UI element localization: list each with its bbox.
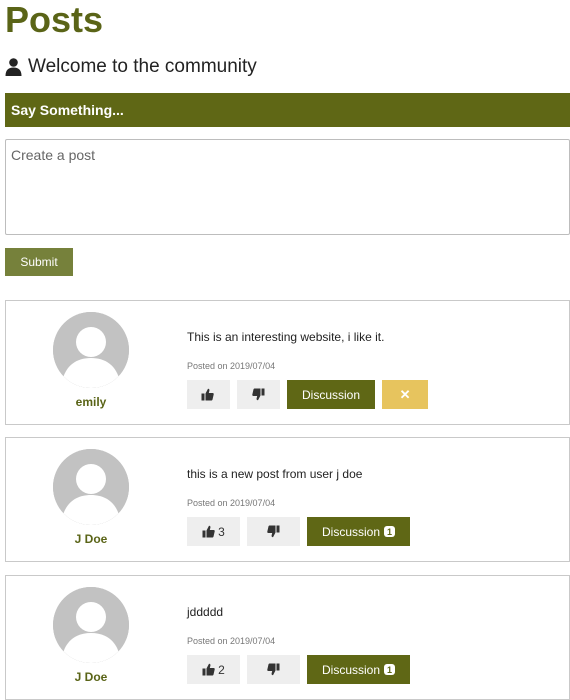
create-post-input[interactable] xyxy=(5,139,570,235)
post-author[interactable]: J Doe xyxy=(26,670,156,684)
close-icon: ✕ xyxy=(399,386,411,402)
discussion-button[interactable]: Discussion 1 xyxy=(307,517,411,546)
post-author[interactable]: emily xyxy=(26,395,156,409)
discussion-button[interactable]: Discussion xyxy=(287,380,376,409)
discussion-label: Discussion xyxy=(302,387,361,402)
post-text: jddddd xyxy=(187,605,224,619)
thumbs-down-icon xyxy=(267,663,280,676)
page-title: Posts xyxy=(5,0,104,40)
discussion-label: Discussion xyxy=(322,524,381,539)
welcome-text: Welcome to the community xyxy=(28,56,257,77)
composer-header: Say Something... xyxy=(5,93,570,127)
post-card: J Doe this is a new post from user j doe… xyxy=(5,437,570,562)
like-button[interactable]: 2 xyxy=(187,655,240,684)
post-actions: Discussion ✕ xyxy=(187,380,429,409)
post-date: Posted on 2019/07/04 xyxy=(187,498,276,508)
avatar xyxy=(53,312,129,388)
post-actions: 3 Discussion 1 xyxy=(187,517,411,546)
like-button[interactable]: 3 xyxy=(187,517,240,546)
like-count: 2 xyxy=(218,662,225,677)
avatar xyxy=(53,449,129,525)
submit-button[interactable]: Submit xyxy=(5,248,73,276)
post-card: J Doe jddddd Posted on 2019/07/04 2 Disc… xyxy=(5,575,570,700)
post-date: Posted on 2019/07/04 xyxy=(187,361,276,371)
delete-post-button[interactable]: ✕ xyxy=(382,380,429,409)
dislike-button[interactable] xyxy=(247,517,300,546)
avatar-placeholder-icon xyxy=(53,449,129,525)
thumbs-up-icon xyxy=(201,388,214,401)
post-text: this is a new post from user j doe xyxy=(187,467,363,481)
post-actions: 2 Discussion 1 xyxy=(187,655,411,684)
welcome-line: Welcome to the community xyxy=(5,55,257,79)
discussion-label: Discussion xyxy=(322,662,381,677)
like-button[interactable] xyxy=(187,380,230,409)
post-card: emily This is an interesting website, i … xyxy=(5,300,570,425)
post-text: This is an interesting website, i like i… xyxy=(187,330,385,344)
thumbs-down-icon xyxy=(252,388,265,401)
post-date: Posted on 2019/07/04 xyxy=(187,636,276,646)
discussion-count-badge: 1 xyxy=(384,664,396,675)
avatar-placeholder-icon xyxy=(53,587,129,663)
discussion-count-badge: 1 xyxy=(384,526,396,537)
user-icon xyxy=(5,58,22,76)
like-count: 3 xyxy=(218,524,225,539)
thumbs-up-icon xyxy=(202,663,215,676)
avatar-placeholder-icon xyxy=(53,312,129,388)
dislike-button[interactable] xyxy=(247,655,300,684)
avatar xyxy=(53,587,129,663)
thumbs-up-icon xyxy=(202,525,215,538)
thumbs-down-icon xyxy=(267,525,280,538)
discussion-button[interactable]: Discussion 1 xyxy=(307,655,411,684)
dislike-button[interactable] xyxy=(237,380,280,409)
post-author[interactable]: J Doe xyxy=(26,532,156,546)
